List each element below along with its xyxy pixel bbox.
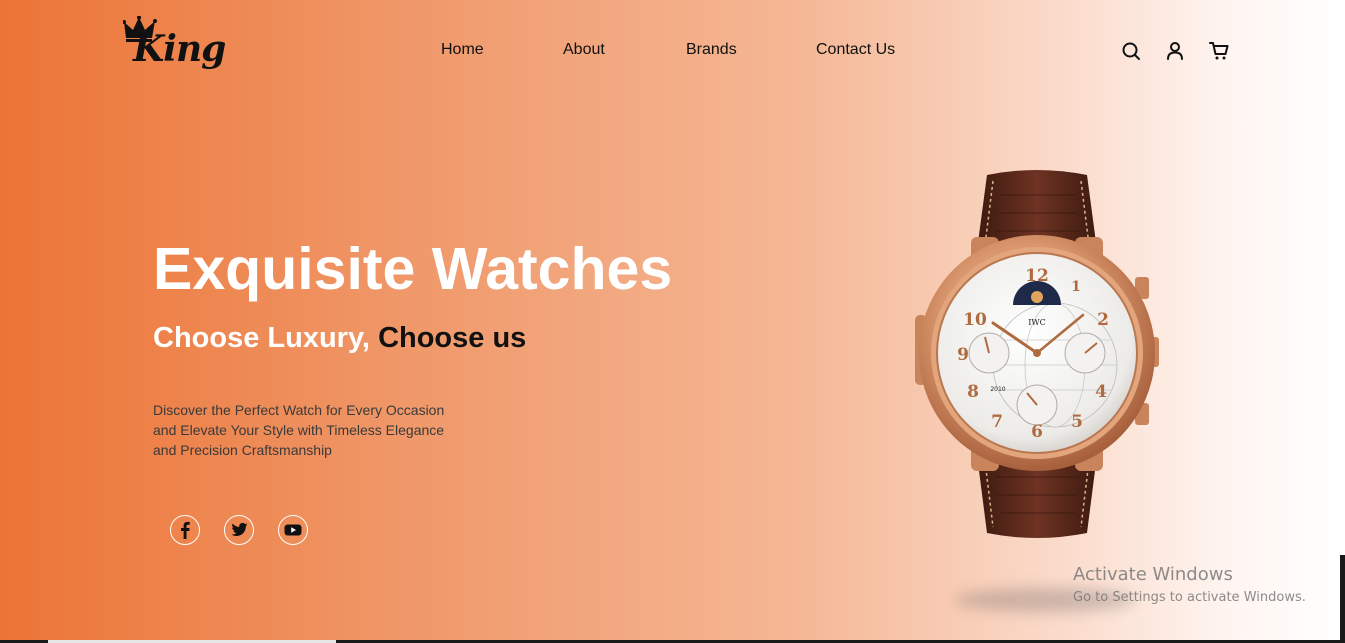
nav-brands[interactable]: Brands (686, 40, 737, 60)
hero-title: Exquisite Watches (153, 236, 673, 302)
page-scrollbar-track[interactable] (1332, 0, 1345, 643)
hero-description-line: Discover the Perfect Watch for Every Occ… (153, 402, 445, 418)
hero-subtitle-light: Choose Luxury, (153, 322, 370, 354)
dial-numeral-8: 8 (967, 382, 979, 402)
activation-title: Activate Windows (1073, 564, 1233, 585)
search-icon[interactable] (1120, 40, 1142, 62)
nav-about[interactable]: About (563, 40, 605, 60)
youtube-link[interactable] (278, 515, 308, 545)
watch-year-window: 2010 (990, 386, 1005, 393)
windows-activation-watermark: Activate Windows Go to Settings to activ… (1073, 564, 1306, 607)
watch-image: 12 1 2 4 5 6 7 8 9 10 IWC 2010 (915, 170, 1159, 538)
nav-home[interactable]: Home (441, 40, 484, 60)
twitter-link[interactable] (224, 515, 254, 545)
dial-numeral-7: 7 (991, 412, 1003, 432)
dial-numeral-5: 5 (1071, 412, 1083, 432)
hero-subtitle-dark: Choose us (378, 322, 527, 354)
facebook-link[interactable] (170, 515, 200, 545)
watch-brand-mark: IWC (1028, 318, 1046, 327)
hero-description-line: and Precision Craftsmanship (153, 442, 332, 458)
dial-numeral-12: 12 (1025, 266, 1049, 286)
dial-numeral-1: 1 (1071, 279, 1081, 295)
logo-text: King (133, 28, 226, 70)
dial-numeral-9: 9 (957, 345, 969, 365)
youtube-icon (284, 524, 302, 536)
window-edge (1340, 555, 1345, 643)
hero-description-line: and Elevate Your Style with Timeless Ele… (153, 422, 445, 438)
brand-logo[interactable]: King (123, 16, 226, 74)
hero-description: Discover the Perfect Watch for Every Occ… (153, 400, 463, 460)
nav-contact-us[interactable]: Contact Us (816, 40, 895, 60)
dial-numeral-10: 10 (963, 310, 987, 330)
activation-subtitle: Go to Settings to activate Windows. (1073, 590, 1306, 605)
dial-numeral-4: 4 (1095, 382, 1107, 402)
facebook-icon (181, 521, 190, 539)
cart-icon[interactable] (1208, 40, 1230, 62)
hero-subtitle: Choose Luxury, Choose us (153, 320, 526, 356)
dial-numeral-6: 6 (1031, 422, 1043, 442)
dial-numeral-2: 2 (1097, 310, 1109, 330)
user-icon[interactable] (1164, 40, 1186, 62)
twitter-icon (231, 522, 248, 536)
